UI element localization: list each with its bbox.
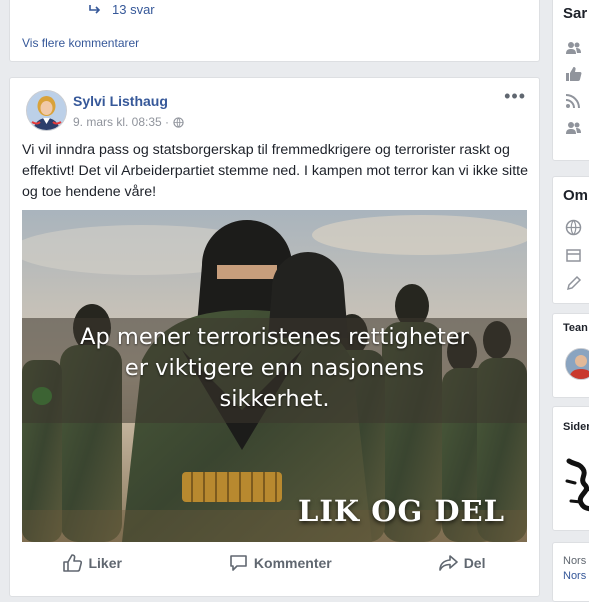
post-actions: Liker Kommenter Del: [10, 548, 539, 578]
share-button[interactable]: Del: [438, 548, 486, 578]
page-logo-image[interactable]: [565, 457, 589, 513]
caption-line-1: Ap mener terroristenes rettigheter: [80, 324, 469, 350]
post-card: Sylvi Listhaug 9. mars kl. 08:35 · ••• V…: [9, 77, 540, 597]
sidebar-card-title: Sar: [563, 5, 588, 22]
thumbs-up-icon: [63, 554, 83, 572]
about-title: Om: [563, 187, 589, 204]
sidebar-about-card: Om: [552, 176, 589, 304]
more-comments-link[interactable]: Vis flere kommentarer: [22, 36, 139, 50]
post-meta: 9. mars kl. 08:35 ·: [73, 115, 184, 129]
people-icon: [566, 42, 581, 54]
reply-arrow-icon: [89, 4, 101, 14]
share-icon: [438, 555, 458, 571]
post-image[interactable]: Ap mener terroristenes rettigheter er vi…: [22, 210, 527, 542]
sidebar-team-card: Tean: [552, 313, 589, 398]
team-title: Tean: [563, 322, 588, 334]
team-member-avatar[interactable]: [565, 348, 589, 380]
more-options-icon[interactable]: •••: [504, 86, 526, 107]
comment-button[interactable]: Kommenter: [229, 548, 332, 578]
pages-title: Sider: [563, 421, 589, 433]
caption-line-2: er viktigere enn nasjonens: [124, 355, 425, 381]
image-stamp-text: LIK OG DEL: [297, 494, 505, 528]
like-button[interactable]: Liker: [63, 548, 122, 578]
previous-post-card: 13 svar Vis flere kommentarer: [9, 0, 540, 62]
group-icon: [566, 122, 581, 134]
like-label: Liker: [88, 555, 122, 571]
globe-icon: [173, 116, 184, 128]
sidebar-pages-card: Sider: [552, 406, 589, 531]
bottom-line-2[interactable]: Nors: [563, 570, 586, 582]
sidebar-community-card: Sar: [552, 0, 589, 161]
sidebar-bottom-card: Nors Nors: [552, 542, 589, 602]
comment-label: Kommenter: [253, 555, 332, 571]
globe-icon: [565, 219, 582, 236]
messenger-icon: [566, 249, 581, 262]
pencil-icon: [566, 275, 582, 291]
post-text: Vi vil inndra pass og statsborgerskap ti…: [22, 142, 528, 200]
share-label: Del: [463, 555, 486, 571]
post-timestamp[interactable]: 9. mars kl. 08:35 ·: [73, 115, 169, 129]
author-avatar[interactable]: [26, 90, 67, 131]
replies-link[interactable]: 13 svar: [88, 2, 155, 17]
like-icon: [566, 67, 582, 81]
author-name[interactable]: Sylvi Listhaug: [73, 93, 168, 109]
caption-line-3: sikkerhet.: [219, 386, 330, 412]
comment-icon: [230, 555, 247, 571]
image-caption: Ap mener terroristenes rettigheter er vi…: [22, 322, 527, 415]
rss-icon: [565, 94, 580, 109]
reply-count: 13 svar: [112, 2, 155, 17]
bottom-line-1: Nors: [563, 555, 587, 567]
